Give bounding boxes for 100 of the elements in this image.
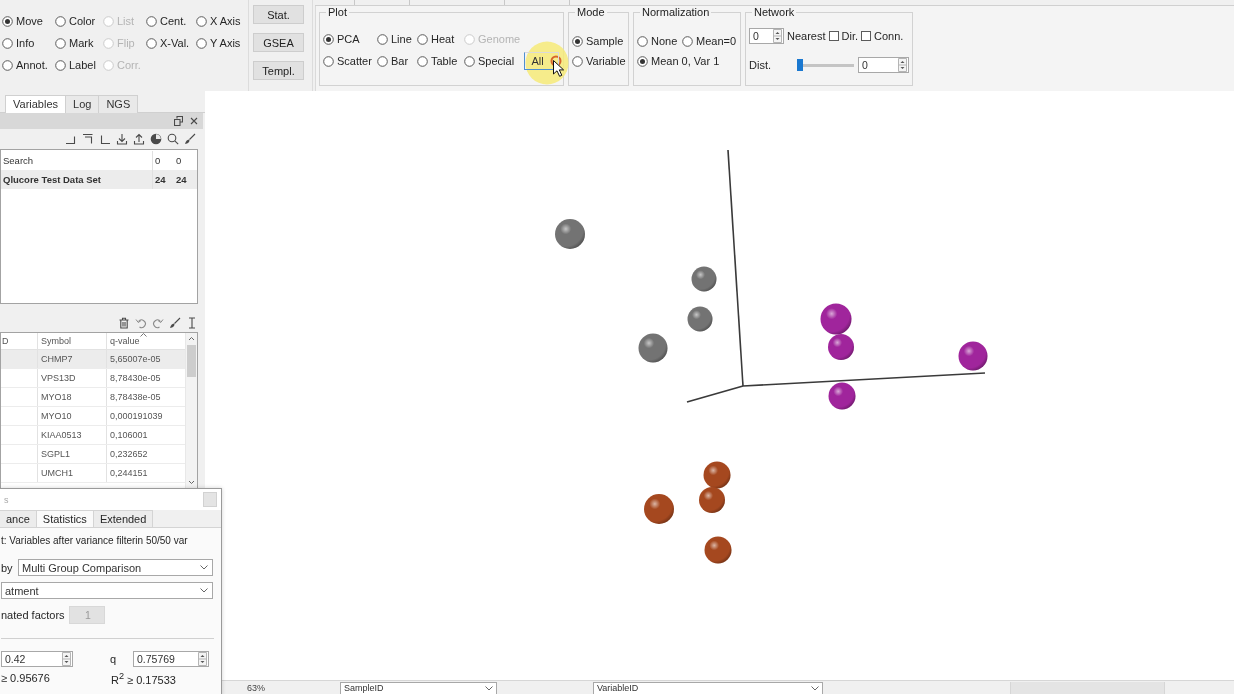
subset-label: t: Variables after variance filterin 50/50 var [1,534,189,547]
count-cell-text: 24 [175,173,188,187]
brush-icon[interactable] [184,133,196,145]
r-squared-label: R$^{2}$ ≥ 0.17533 [111,671,176,686]
trash-icon[interactable] [118,317,130,329]
redo-icon[interactable] [152,317,164,329]
column-header[interactable]: Symbol [37,333,106,349]
chevron-down-icon [811,685,819,691]
upload-icon[interactable] [133,133,145,145]
zoom-level: 63% [247,683,266,693]
group-title: Normalization [641,6,711,19]
radio-button[interactable]: Table [417,54,464,68]
radio-button[interactable]: Heat [417,32,464,46]
chevron-down-icon [485,685,493,691]
group-title: Network [753,6,796,19]
table-cell: CHMP7 [37,350,106,368]
radio-button[interactable]: X Axis [196,14,246,28]
radio-button[interactable]: Bar [377,54,417,68]
table-row[interactable]: SGPL1 0,232652 [1,445,185,464]
table-cell: UMCH1 [37,464,106,482]
corner-bracket-icon[interactable] [99,133,111,145]
dropdown[interactable]: SampleID [340,681,497,694]
table-cell: SGPL1 [37,445,106,463]
radio-button[interactable]: Special [464,54,524,68]
brush-icon[interactable] [169,317,181,329]
dialog-tab[interactable]: Extended [92,510,154,527]
spin-box[interactable]: 0 [858,57,909,73]
dialog-tab[interactable]: Statistics [35,510,94,527]
radio-button[interactable]: X-Val. [146,36,196,50]
field-label: Nearest [787,30,826,42]
radio-button[interactable]: Variable [572,54,626,68]
radio-button[interactable]: Y Axis [196,36,246,50]
table-cell: KIAA0513 [37,426,106,444]
field-label: nated factors [1,609,66,621]
radio-button[interactable]: Mark [55,36,103,50]
spin-box[interactable]: 0.75769 [133,651,209,667]
r-squared-label: ≥ 0.95676 [1,672,51,685]
table-row[interactable]: KIAA0513 0,106001 [1,426,185,445]
field-label: by [1,561,14,574]
undo-icon[interactable] [135,317,147,329]
panel-tab[interactable]: NGS [98,95,139,113]
radio-button[interactable]: Label [55,58,103,72]
radio-button[interactable]: Cent. [146,14,196,28]
chevron-down-icon [200,565,208,570]
column-header[interactable]: D [1,333,37,349]
radio-button[interactable]: Mean=0 [682,34,737,48]
radio-button[interactable]: Line [377,32,417,46]
dialog-title: s [4,494,9,505]
spin-arrows-icon [898,58,907,72]
slider-thumb[interactable] [797,59,803,71]
radio-button[interactable]: Move [2,14,55,28]
toolbar-button[interactable]: GSEA [253,33,304,52]
group-title: Plot [327,6,348,19]
radio-button[interactable]: Info [2,36,55,50]
checkbox[interactable]: Dir. [828,29,859,43]
toolbar-button[interactable]: Stat. [253,5,304,24]
scroll-thumb[interactable] [187,345,196,377]
mouse-pointer-icon [553,60,564,77]
dropdown[interactable]: atment [1,582,213,599]
spin-box[interactable]: 0 [749,28,784,44]
dropdown[interactable]: VariableID [593,681,823,694]
dialog-tab[interactable]: ance [0,510,37,527]
spin-arrows-icon [198,652,207,666]
group-title: Mode [576,6,606,19]
table-row[interactable]: CHMP7 5,65007e-05 [1,350,185,369]
table-row[interactable]: MYO10 0,000191039 [1,407,185,426]
radio-button[interactable]: Color [55,14,103,28]
spin-arrows-icon [62,652,71,666]
data-set-name: Qlucore Test Data Set [2,173,103,187]
panel-tab[interactable]: Log [65,95,100,113]
checkbox[interactable]: Conn. [861,29,904,43]
dropdown[interactable]: Multi Group Comparison [18,559,213,576]
toolbar-button[interactable]: Templ. [253,61,304,80]
close-icon[interactable] [190,117,198,125]
pie-chart-icon[interactable] [150,133,162,145]
radio-button[interactable]: Mean 0, Var 1 [637,54,737,68]
click-highlight-icon [525,41,569,85]
table-row[interactable]: MYO18 8,78438e-05 [1,388,185,407]
radio-button[interactable]: Scatter [323,54,377,68]
corner-bracket-icon[interactable] [82,133,94,145]
download-icon[interactable] [116,133,128,145]
count-cell-text: 0 [175,154,183,168]
restore-icon[interactable] [174,116,183,126]
radio-button[interactable]: None [637,34,682,48]
table-row[interactable]: VPS13D 8,78430e-05 [1,369,185,388]
radio-button[interactable]: PCA [323,32,377,46]
spin-box[interactable]: 0.42 [1,651,73,667]
radio-button[interactable]: Annot. [2,58,55,72]
search-icon[interactable] [167,133,179,145]
table-row[interactable]: UMCH1 0,244151 [1,464,185,483]
radio-button[interactable]: Sample [572,34,626,48]
count-cell: 24 [152,170,174,189]
chevron-down-icon [200,588,208,593]
text-cursor-icon[interactable] [186,317,198,329]
list-row[interactable]: Qlucore Test Data Set 24 24 [1,170,197,189]
table-cell: MYO10 [37,407,106,425]
table-cell: MYO18 [37,388,106,406]
field-label: q [110,653,118,665]
panel-tab[interactable]: Variables [5,95,67,113]
scrollbar[interactable] [185,333,197,488]
